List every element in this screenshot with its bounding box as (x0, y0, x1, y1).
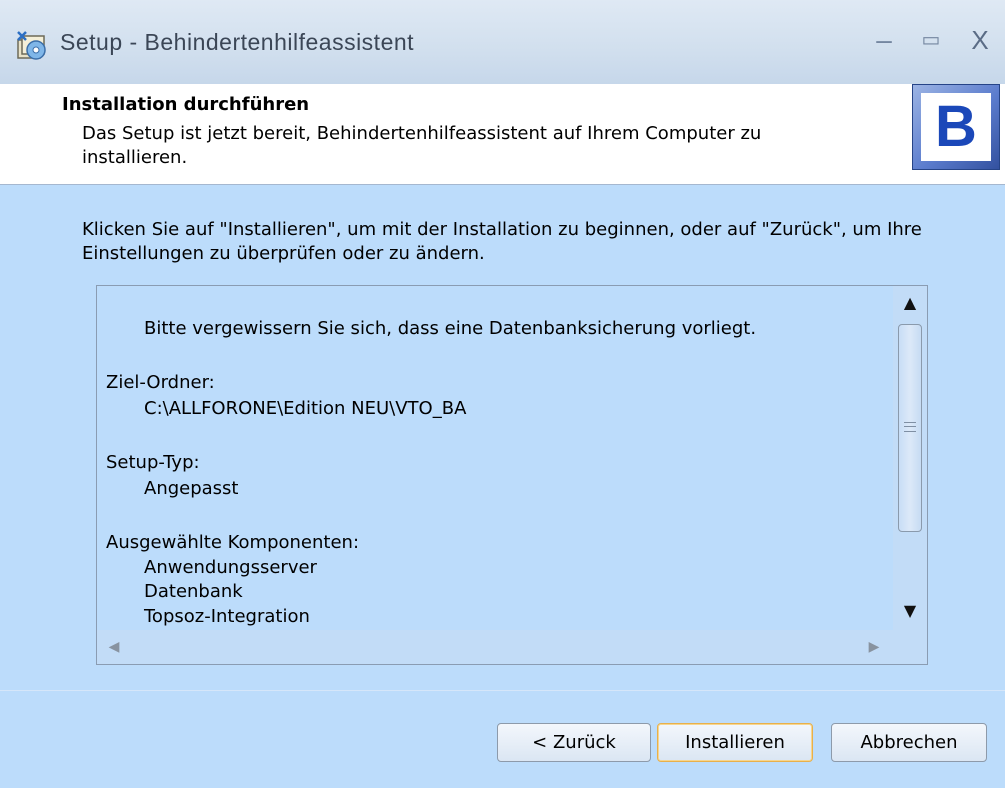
scroll-down-arrow-icon[interactable]: ▼ (893, 594, 927, 628)
summary-content: Bitte vergewissern Sie sich, dass eine D… (97, 286, 892, 631)
scroll-grip-icon (904, 422, 916, 432)
component-item: Datenbank (144, 581, 243, 602)
wizard-content: Klicken Sie auf "Installieren", um mit d… (0, 185, 1005, 691)
product-logo: B (912, 84, 1000, 170)
button-bar: < Zurück Installieren Abbrechen (0, 690, 1005, 788)
title-bar: Setup - Behindertenhilfeassistent – ▭ X (0, 0, 1005, 85)
close-button[interactable]: X (963, 22, 997, 58)
scroll-up-arrow-icon[interactable]: ▲ (893, 286, 927, 320)
setup-app-icon (17, 31, 46, 60)
install-button[interactable]: Installieren (657, 723, 813, 762)
back-button[interactable]: < Zurück (497, 723, 651, 762)
vertical-scrollbar[interactable]: ▲ ▼ (893, 286, 927, 631)
logo-letter: B (921, 93, 991, 161)
setup-type-label: Setup-Typ: (106, 452, 200, 473)
wizard-header: Installation durchführen Das Setup ist j… (0, 84, 1005, 185)
summary-notice: Bitte vergewissern Sie sich, dass eine D… (144, 318, 757, 339)
summary-memo[interactable]: Bitte vergewissern Sie sich, dass eine D… (96, 285, 928, 665)
maximize-button[interactable]: ▭ (914, 22, 948, 58)
scroll-right-arrow-icon[interactable]: ▶ (857, 630, 891, 664)
setup-type-value: Angepasst (144, 478, 239, 499)
horizontal-scrollbar[interactable]: ◀ ▶ (97, 630, 927, 664)
vertical-scroll-thumb[interactable] (898, 324, 922, 532)
window-title: Setup - Behindertenhilfeassistent (60, 29, 415, 55)
components-label: Ausgewählte Komponenten: (106, 532, 360, 553)
component-item: Anwendungsserver (144, 557, 317, 578)
target-folder-value: C:\ALLFORONE\Edition NEU\VTO_BA (144, 398, 467, 419)
page-title: Installation durchführen (62, 94, 310, 115)
page-description: Das Setup ist jetzt bereit, Behindertenh… (82, 123, 762, 168)
scroll-left-arrow-icon[interactable]: ◀ (97, 630, 131, 664)
cancel-button[interactable]: Abbrechen (831, 723, 987, 762)
intro-text: Klicken Sie auf "Installieren", um mit d… (82, 219, 922, 264)
target-folder-label: Ziel-Ordner: (106, 372, 215, 393)
component-item: Topsoz-Integration (144, 606, 310, 627)
minimize-button[interactable]: – (867, 22, 901, 58)
